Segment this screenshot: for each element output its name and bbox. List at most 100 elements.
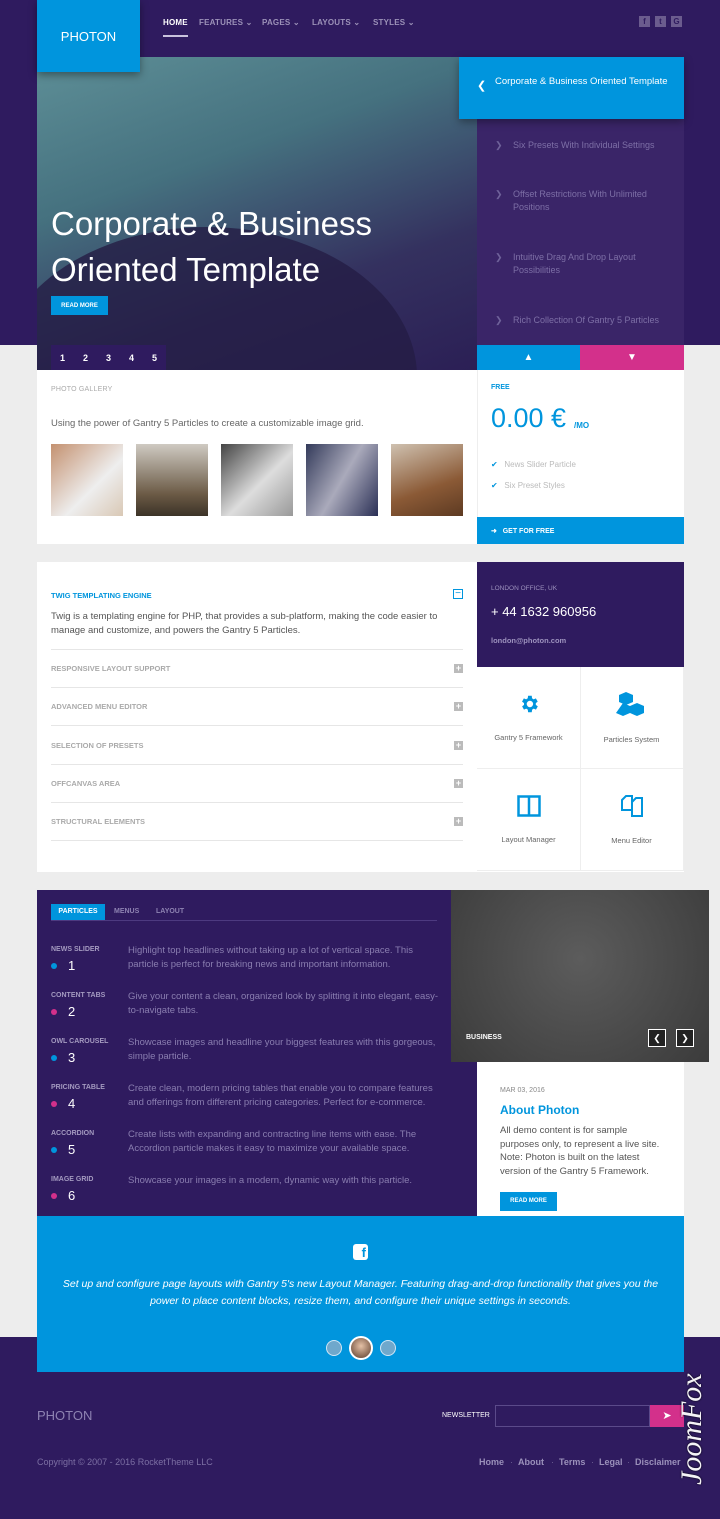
particle-title: CONTENT TABS bbox=[51, 992, 106, 999]
chevron-down-icon: ⌄ bbox=[407, 18, 415, 27]
minus-icon[interactable]: − bbox=[453, 589, 463, 599]
accordion-open-title[interactable]: TWIG TEMPLATING ENGINE bbox=[51, 591, 152, 600]
arrow-down-button[interactable]: ▼ bbox=[580, 345, 684, 370]
particle-description: Create clean, modern pricing tables that… bbox=[128, 1083, 433, 1108]
tabs-underline bbox=[51, 920, 437, 921]
accordion-item[interactable]: RESPONSIVE LAYOUT SUPPORT + bbox=[51, 650, 463, 688]
separator: · bbox=[627, 1457, 630, 1467]
twitter-icon[interactable]: t bbox=[655, 16, 666, 27]
slider-list-item[interactable]: ❯ Six Presets With Individual Settings bbox=[477, 139, 684, 152]
particle-title: OWL CAROUSEL bbox=[51, 1038, 109, 1045]
avatar-active[interactable] bbox=[349, 1336, 373, 1360]
cubes-icon bbox=[615, 692, 644, 716]
footer-link-home[interactable]: Home bbox=[479, 1457, 504, 1467]
carousel-next-button[interactable]: ❯ bbox=[676, 1029, 694, 1047]
pricing-label: FREE bbox=[491, 384, 510, 391]
slider-item-label: Rich Collection Of Gantry 5 Particles bbox=[513, 315, 660, 325]
slider-list-item[interactable]: ❯ Rich Collection Of Gantry 5 Particles bbox=[477, 314, 684, 327]
contact-email[interactable]: london@photon.com bbox=[491, 636, 566, 645]
check-icon: ✔ bbox=[491, 481, 498, 490]
page-2[interactable]: 2 bbox=[74, 345, 97, 370]
footer-link-disclaimer[interactable]: Disclaimer bbox=[635, 1457, 681, 1467]
page-3[interactable]: 3 bbox=[97, 345, 120, 370]
footer-link-terms[interactable]: Terms bbox=[559, 1457, 585, 1467]
accordion-label: RESPONSIVE LAYOUT SUPPORT bbox=[51, 664, 171, 673]
slider-list-item[interactable]: ❯ Intuitive Drag And Drop Layout Possibil… bbox=[477, 251, 684, 277]
paper-plane-icon: ➤ bbox=[662, 1410, 672, 1422]
particle-description: Showcase images and headline your bigges… bbox=[128, 1037, 436, 1062]
plus-icon: + bbox=[454, 816, 463, 826]
google-plus-icon[interactable]: G bbox=[671, 16, 682, 27]
accordion-item[interactable]: OFFCANVAS AREA + bbox=[51, 765, 463, 803]
accordion-item[interactable]: ADVANCED MENU EDITOR + bbox=[51, 688, 463, 726]
nav-label: FEATURES bbox=[199, 18, 244, 27]
particle-num: 3 bbox=[68, 1050, 76, 1065]
copyright: Copyright © 2007 - 2016 RocketTheme LLC bbox=[37, 1457, 213, 1467]
particle-num: 1 bbox=[68, 958, 76, 973]
nav-styles[interactable]: STYLES ⌄ bbox=[373, 18, 415, 27]
chevron-down-icon: ⌄ bbox=[292, 18, 300, 27]
accordion-open-text: Twig is a templating engine for PHP, tha… bbox=[51, 611, 438, 636]
page-5[interactable]: 5 bbox=[143, 345, 166, 370]
feature-menu[interactable]: Menu Editor bbox=[580, 769, 684, 871]
footer-logo[interactable]: PHOTON bbox=[37, 1408, 92, 1423]
page-1[interactable]: 1 bbox=[51, 345, 74, 370]
dot-icon bbox=[51, 1192, 57, 1199]
blog-read-more-button[interactable]: READ MORE bbox=[500, 1192, 557, 1211]
feature-particles[interactable]: Particles System bbox=[580, 667, 684, 769]
tab-menus[interactable]: MENUS bbox=[114, 908, 139, 915]
plus-icon: + bbox=[454, 740, 463, 750]
chevron-down-icon: ⌄ bbox=[353, 18, 361, 27]
slider-list-active[interactable]: ❮ Corporate & Business Oriented Template bbox=[459, 57, 684, 119]
check-icon: ✔ bbox=[491, 460, 498, 469]
particle-num: 4 bbox=[68, 1096, 76, 1111]
avatar[interactable] bbox=[380, 1340, 396, 1356]
newsletter-input[interactable] bbox=[495, 1405, 650, 1427]
hero-read-more-button[interactable]: READ MORE bbox=[51, 296, 108, 315]
particle-number: 1 bbox=[51, 958, 75, 973]
particle-title: ACCORDION bbox=[51, 1130, 95, 1137]
blog-text: All demo content is for sample purposes … bbox=[500, 1125, 660, 1177]
logo[interactable]: PHOTON bbox=[37, 0, 140, 72]
slider-list-item[interactable]: ❯ Offset Restrictions With Unlimited Posi… bbox=[477, 188, 684, 214]
avatar[interactable] bbox=[326, 1340, 342, 1356]
tab-layout[interactable]: LAYOUT bbox=[156, 908, 184, 915]
facebook-icon: f bbox=[353, 1244, 368, 1260]
carousel-prev-button[interactable]: ❮ bbox=[648, 1029, 666, 1047]
contact-office: LONDON OFFICE, UK bbox=[491, 585, 558, 592]
nav-layouts[interactable]: LAYOUTS ⌄ bbox=[312, 18, 360, 27]
footer-link-legal[interactable]: Legal bbox=[599, 1457, 623, 1467]
footer-link-about[interactable]: About bbox=[518, 1457, 544, 1467]
nav-home[interactable]: HOME bbox=[163, 18, 188, 37]
nav-features[interactable]: FEATURES ⌄ bbox=[199, 18, 252, 27]
chevron-down-icon: ⌄ bbox=[245, 18, 253, 27]
divider bbox=[477, 370, 478, 517]
gallery-image[interactable] bbox=[51, 444, 123, 516]
feature-layout[interactable]: Layout Manager bbox=[477, 769, 581, 871]
gallery-image[interactable] bbox=[221, 444, 293, 516]
particle-description: Highlight top headlines without taking u… bbox=[128, 945, 413, 970]
particle-num: 6 bbox=[68, 1188, 76, 1203]
accordion-label: ADVANCED MENU EDITOR bbox=[51, 702, 148, 711]
slider-item-label: Offset Restrictions With Unlimited Posit… bbox=[513, 189, 647, 212]
feature-label: News Slider Particle bbox=[504, 460, 576, 469]
get-for-free-button[interactable]: ➜ GET FOR FREE bbox=[477, 517, 684, 544]
plus-icon: + bbox=[454, 778, 463, 788]
dot-icon bbox=[51, 1054, 57, 1061]
facebook-icon[interactable]: f bbox=[639, 16, 650, 27]
accordion-item[interactable]: STRUCTURAL ELEMENTS + bbox=[51, 803, 463, 841]
tab-particles[interactable]: PARTICLES bbox=[51, 904, 105, 920]
feature-gantry[interactable]: Gantry 5 Framework bbox=[477, 667, 581, 769]
particle-number: 5 bbox=[51, 1142, 75, 1157]
nav-pages[interactable]: PAGES ⌄ bbox=[262, 18, 300, 27]
gallery-image[interactable] bbox=[136, 444, 208, 516]
arrow-up-button[interactable]: ▲ bbox=[477, 345, 580, 370]
accordion-item[interactable]: SELECTION OF PRESETS + bbox=[51, 727, 463, 765]
gallery-image[interactable] bbox=[306, 444, 378, 516]
blog-image-tag: BUSINESS bbox=[466, 1034, 502, 1041]
gallery-label: PHOTO GALLERY bbox=[51, 386, 113, 393]
blog-title[interactable]: About Photon bbox=[500, 1103, 579, 1117]
gallery-image[interactable] bbox=[391, 444, 463, 516]
watermark-logo: JoomFox bbox=[675, 1373, 708, 1485]
page-4[interactable]: 4 bbox=[120, 345, 143, 370]
